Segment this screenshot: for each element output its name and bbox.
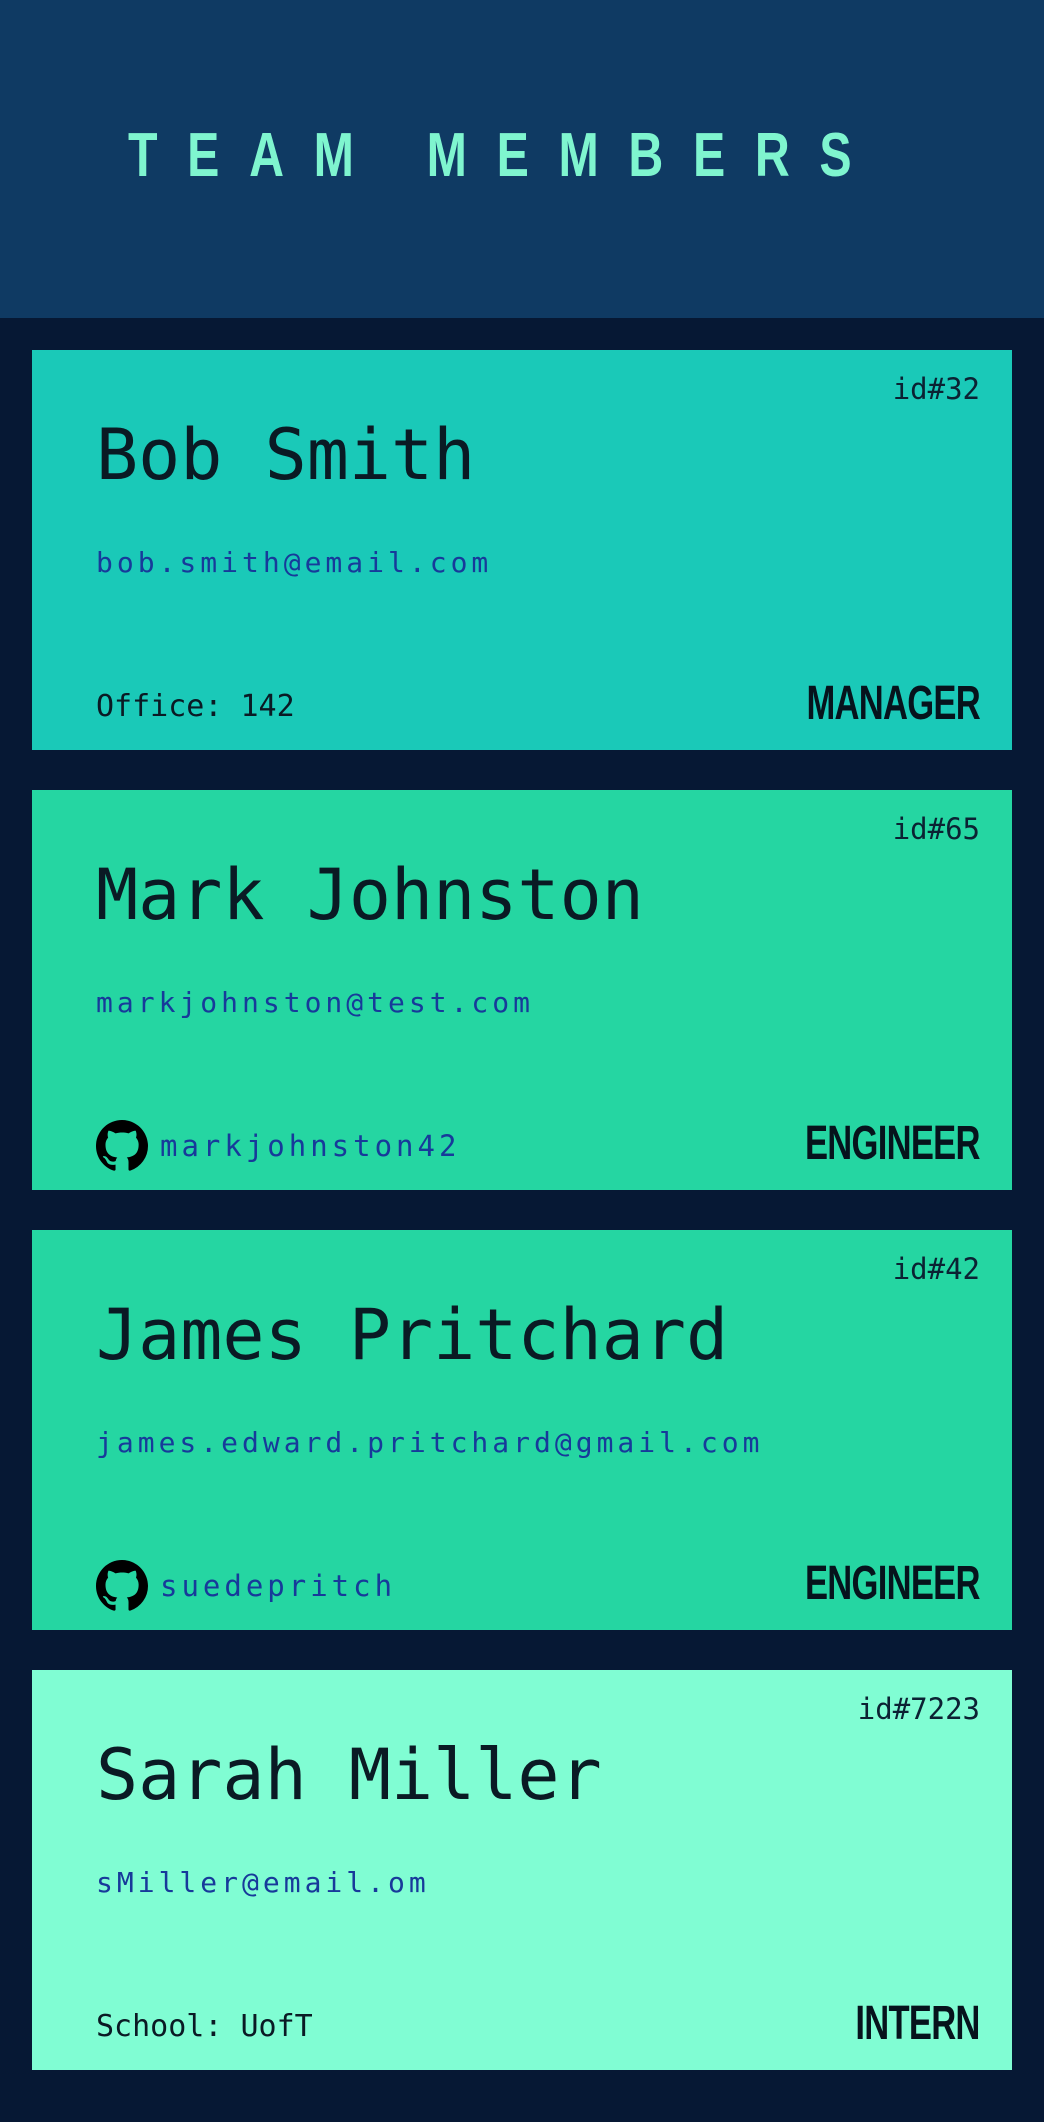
member-id: id#42: [892, 1252, 980, 1286]
member-role: ENGINEER: [805, 1117, 980, 1170]
member-role: MANAGER: [806, 677, 980, 730]
member-name: Sarah Miller: [96, 1734, 602, 1816]
member-email-link[interactable]: sMiller@email.om: [96, 1866, 430, 1899]
github-username: markjohnston42: [160, 1129, 461, 1163]
member-name: Bob Smith: [96, 414, 476, 496]
member-email-link[interactable]: bob.smith@email.com: [96, 546, 492, 579]
office-label: Office: 142: [96, 688, 295, 724]
member-id: id#7223: [857, 1692, 980, 1726]
github-icon: [96, 1560, 148, 1611]
github-username: suedepritch: [160, 1569, 397, 1603]
member-role: ENGINEER: [805, 1557, 980, 1610]
member-github: suedepritch: [96, 1558, 396, 1614]
member-card-mark-johnston: id#65 Mark Johnston markjohnston@test.co…: [32, 790, 1012, 1190]
member-id: id#65: [892, 812, 980, 846]
member-card-james-pritchard: id#42 James Pritchard james.edward.pritc…: [32, 1230, 1012, 1630]
member-school: School: UofT: [96, 1998, 313, 2054]
page-header: TEAM MEMBERS: [0, 0, 1044, 318]
page-title: TEAM MEMBERS: [128, 121, 882, 190]
member-card-bob-smith: id#32 Bob Smith bob.smith@email.com Offi…: [32, 350, 1012, 750]
github-icon: [96, 1120, 148, 1171]
member-name: James Pritchard: [96, 1294, 729, 1376]
github-link[interactable]: suedepritch: [96, 1560, 396, 1612]
member-github: markjohnston42: [96, 1118, 460, 1174]
member-id: id#32: [892, 372, 980, 406]
member-office: Office: 142: [96, 678, 295, 734]
github-link[interactable]: markjohnston42: [96, 1120, 460, 1172]
member-card-sarah-miller: id#7223 Sarah Miller sMiller@email.om Sc…: [32, 1670, 1012, 2070]
member-role: INTERN: [855, 1997, 981, 2050]
member-name: Mark Johnston: [96, 854, 644, 936]
member-email-link[interactable]: markjohnston@test.com: [96, 986, 534, 1019]
member-email-link[interactable]: james.edward.pritchard@gmail.com: [96, 1426, 763, 1459]
school-label: School: UofT: [96, 2008, 313, 2044]
